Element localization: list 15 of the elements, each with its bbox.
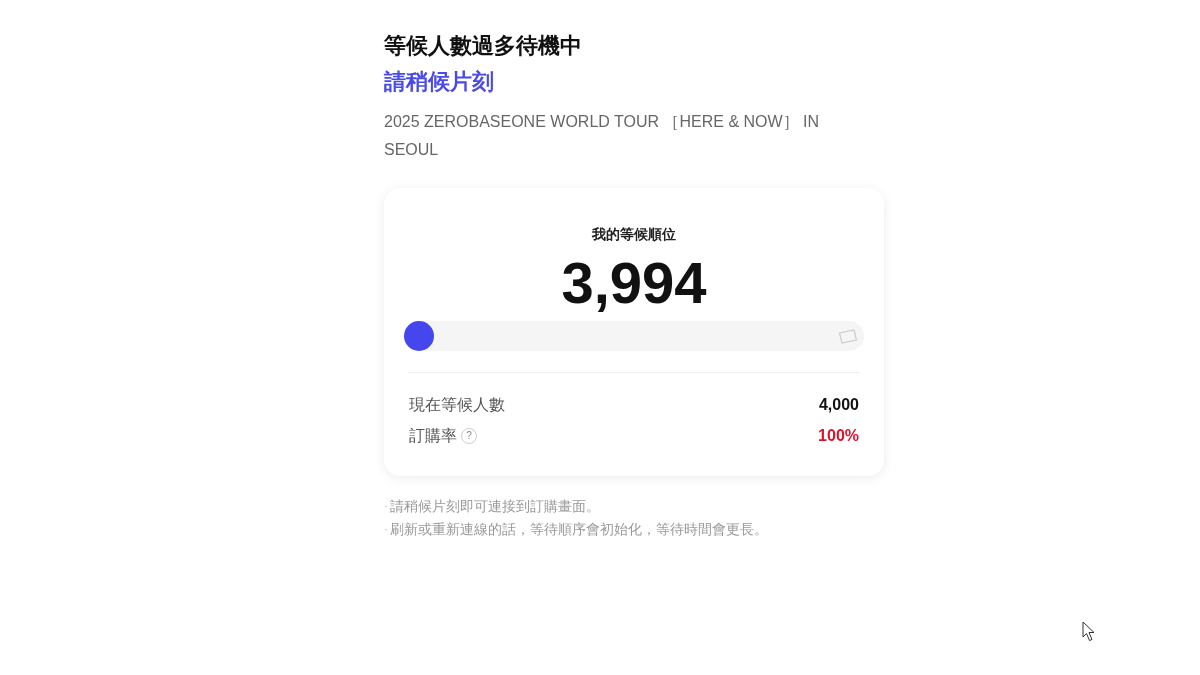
note-text: 請稍候片刻即可連接到訂購畫面。 <box>390 497 600 516</box>
bullet-mark: · <box>384 521 388 538</box>
queue-label: 我的等候順位 <box>592 225 676 244</box>
note-text: 刷新或重新連線的話，等待順序會初始化，等待時間會更長。 <box>390 520 768 539</box>
ticket-icon <box>838 329 858 344</box>
event-name: 2025 ZEROBASEONE WORLD TOUR ［HERE & NOW］ IN SEOUL <box>384 112 821 160</box>
mouse-pointer-icon <box>1082 621 1096 642</box>
page-title: 等候人數過多待機中 <box>384 32 583 60</box>
stat-label: 訂購率 <box>409 425 457 446</box>
queue-position: 3,994 <box>561 251 707 315</box>
stat-value: 4,000 <box>818 394 859 415</box>
stat-value: 100% <box>818 425 859 446</box>
bullet-mark: · <box>384 498 388 515</box>
stat-label: 現在等候人數 <box>409 394 505 415</box>
page-subtitle: 請稍候片刻 <box>384 68 495 96</box>
